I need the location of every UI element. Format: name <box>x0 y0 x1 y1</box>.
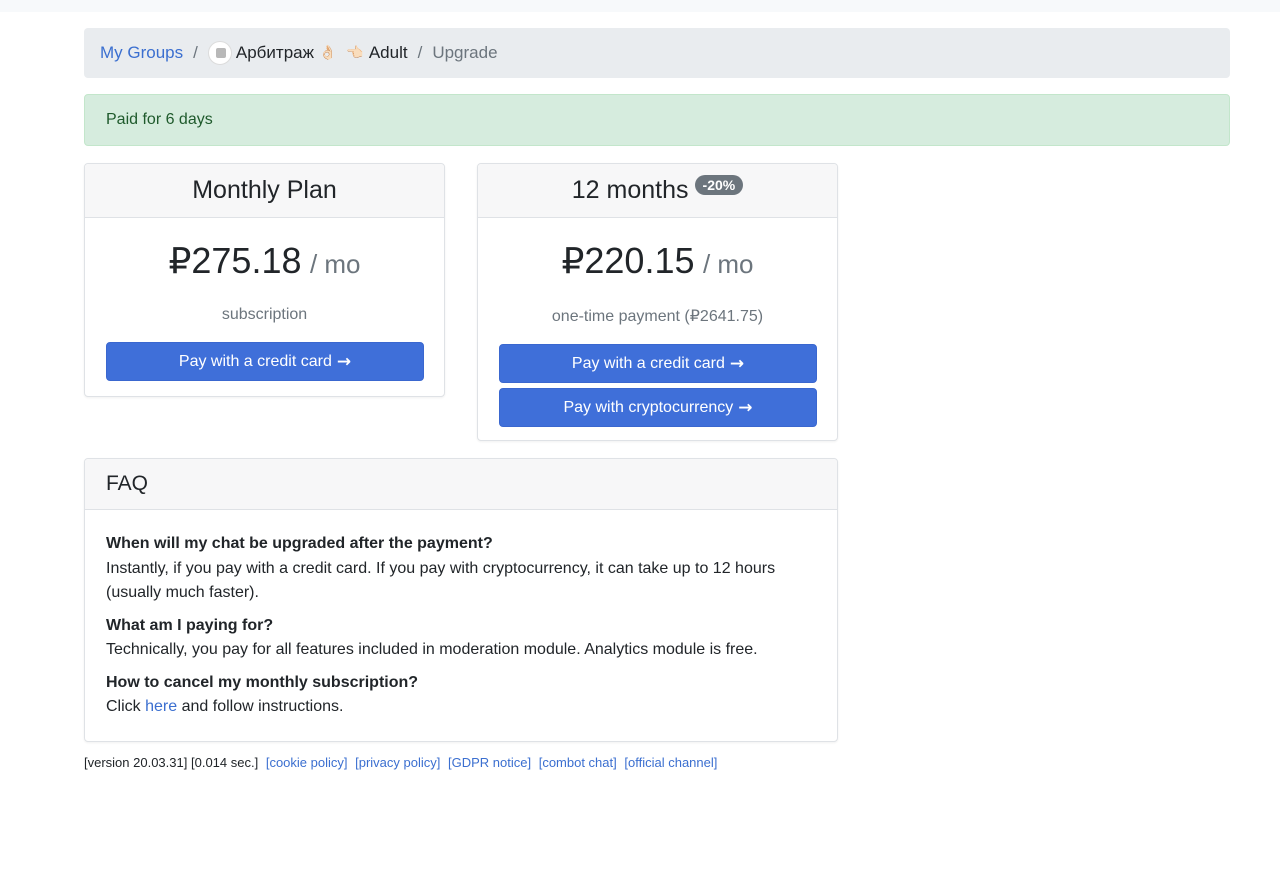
faq-body: When will my chat be upgraded after the … <box>85 510 837 720</box>
price-amount: ₽275.18 <box>168 240 302 281</box>
button-label: Pay with cryptocurrency <box>563 398 734 416</box>
arrow-right-icon: → <box>738 397 753 418</box>
arrow-right-icon: → <box>729 353 745 374</box>
faq-question: How to cancel my monthly subscription? <box>106 673 419 691</box>
plan-title: Monthly Plan <box>192 176 337 204</box>
breadcrumb-group[interactable]: Арбитраж 👌🏻 👈🏻 Adult <box>207 41 408 65</box>
footer-link-cookie-policy[interactable]: [cookie policy] <box>266 755 348 770</box>
faq-answer: Instantly, if you pay with a credit card… <box>106 559 776 602</box>
breadcrumb-my-groups[interactable]: My Groups <box>100 43 183 63</box>
group-name-prefix: Арбитраж <box>235 43 314 62</box>
button-label: Pay with a credit card <box>178 352 332 370</box>
plan-card-yearly: 12 months -20% ₽220.15 / mo one-time pay… <box>477 163 838 441</box>
faq-question: When will my chat be upgraded after the … <box>106 535 493 552</box>
arrow-right-icon: → <box>336 351 352 372</box>
faq-header: FAQ <box>85 459 837 510</box>
plan-title: 12 months <box>571 176 689 204</box>
faq-item: What am I paying for? Technically, you p… <box>106 614 816 663</box>
pay-cryptocurrency-button[interactable]: Pay with cryptocurrency → <box>499 388 817 427</box>
plan-card-monthly: Monthly Plan ₽275.18 / mo subscription P… <box>84 163 445 397</box>
ok-hand-emoji-icon: 👌🏻 <box>318 45 337 61</box>
price-amount: ₽220.15 <box>561 240 695 281</box>
footer-link-official-channel[interactable]: [official channel] <box>624 755 717 770</box>
price-note: one-time payment (₽2641.75) <box>551 308 764 325</box>
payment-status-alert: Paid for 6 days <box>84 94 1230 146</box>
faq-answer: Technically, you pay for all features in… <box>106 641 758 658</box>
faq-answer: Click here and follow instructions. <box>106 695 816 720</box>
breadcrumb-separator: / <box>193 43 198 62</box>
price-period: / mo <box>702 249 754 279</box>
price-note: subscription <box>221 306 308 323</box>
faq-item: How to cancel my monthly subscription? C… <box>106 671 816 720</box>
footer: [version 20.03.31] [0.014 sec.] [cookie … <box>84 755 717 770</box>
faq-question: What am I paying for? <box>106 616 274 634</box>
breadcrumb-separator: / <box>417 43 423 62</box>
pay-credit-card-button[interactable]: Pay with a credit card → <box>499 344 817 383</box>
faq-card: FAQ When will my chat be upgraded after … <box>84 458 838 742</box>
footer-link-privacy-policy[interactable]: [privacy policy] <box>355 755 440 770</box>
breadcrumb-current: Upgrade <box>432 43 498 62</box>
faq-item: When will my chat be upgraded after the … <box>106 532 816 606</box>
group-name-suffix: Adult <box>368 43 408 62</box>
pointing-left-emoji-icon: 👈🏻 <box>346 45 364 61</box>
plan-price: ₽220.15 / mo <box>478 240 837 284</box>
plan-header: 12 months -20% <box>478 164 837 218</box>
group-avatar <box>207 41 232 65</box>
footer-link-combot-chat[interactable]: [combot chat] <box>539 755 617 770</box>
button-label: Pay with a credit card <box>571 354 725 372</box>
footer-link-gdpr-notice[interactable]: [GDPR notice] <box>448 755 531 770</box>
pay-credit-card-button[interactable]: Pay with a credit card → <box>106 342 424 381</box>
alert-text: Paid for 6 days <box>106 111 213 128</box>
footer-version: [version 20.03.31] <box>84 755 188 770</box>
breadcrumb: My Groups / Арбитраж 👌🏻 👈🏻 Adult / Upgra… <box>84 28 1230 78</box>
cancel-instructions-link[interactable]: here <box>145 698 177 715</box>
faq-answer-suffix: and follow instructions. <box>181 698 344 715</box>
plan-header: Monthly Plan <box>85 164 444 218</box>
faq-answer-prefix: Click <box>106 698 141 715</box>
plan-price: ₽275.18 / mo <box>85 240 444 284</box>
top-strip <box>0 0 1280 12</box>
price-period: / mo <box>309 249 361 279</box>
discount-badge: -20% <box>694 174 744 195</box>
faq-title: FAQ <box>106 472 149 495</box>
footer-time: [0.014 sec.] <box>190 755 259 770</box>
